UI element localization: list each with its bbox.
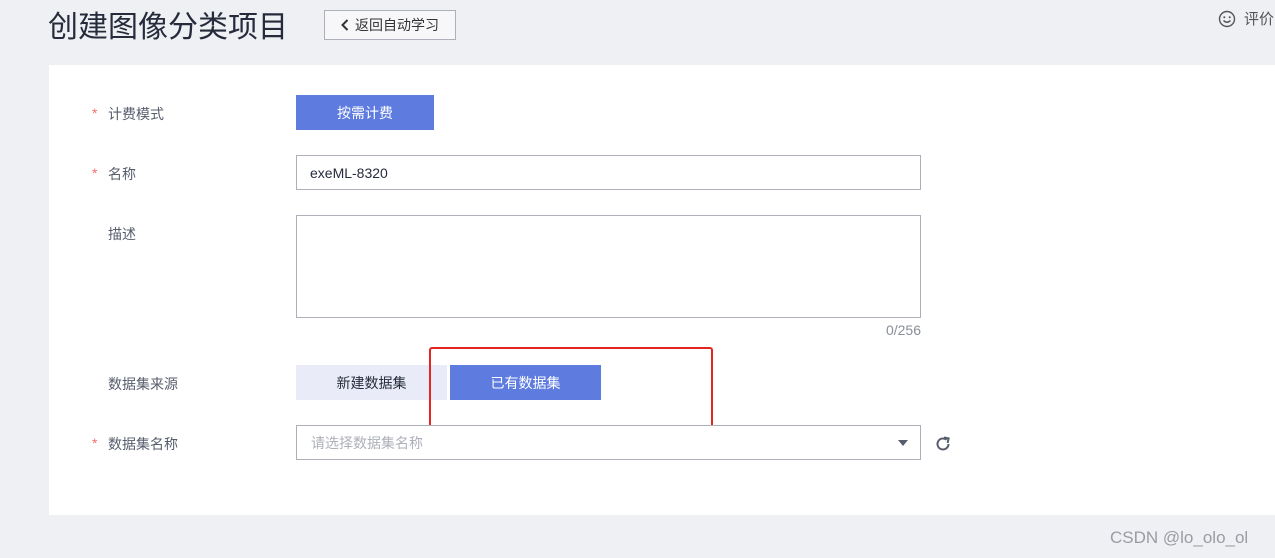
refresh-icon[interactable] — [934, 435, 952, 453]
back-button-label: 返回自动学习 — [355, 17, 439, 33]
feedback-link[interactable]: 评价 — [1210, 0, 1275, 40]
description-label: 描述 — [108, 226, 136, 242]
back-to-automl-button[interactable]: 返回自动学习 — [324, 10, 456, 40]
required-marker: * — [92, 435, 98, 451]
page-title: 创建图像分类项目 — [48, 11, 288, 44]
description-char-counter: 0/256 — [885, 322, 921, 338]
billing-on-demand-button[interactable]: 按需计费 — [296, 95, 434, 130]
feedback-label: 评价 — [1244, 11, 1275, 28]
new-dataset-option[interactable]: 新建数据集 — [296, 365, 447, 400]
caret-down-icon — [898, 439, 908, 446]
chevron-left-icon — [341, 19, 349, 31]
billing-mode-label: 计费模式 — [108, 106, 164, 122]
annotation-highlight-box — [429, 347, 713, 431]
dataset-name-label: 数据集名称 — [108, 436, 178, 452]
dataset-source-label: 数据集来源 — [108, 376, 178, 392]
watermark: CSDN @lo_olo_ol — [1110, 528, 1249, 547]
smiley-icon — [1218, 10, 1236, 27]
required-marker: * — [92, 165, 98, 181]
dataset-name-select[interactable]: 请选择数据集名称 — [296, 425, 921, 460]
required-marker: * — [92, 105, 98, 121]
description-textarea[interactable] — [296, 215, 921, 318]
name-input[interactable]: exeML-8320 — [296, 155, 921, 190]
name-label: 名称 — [108, 166, 136, 182]
dataset-select-placeholder: 请选择数据集名称 — [311, 434, 423, 451]
